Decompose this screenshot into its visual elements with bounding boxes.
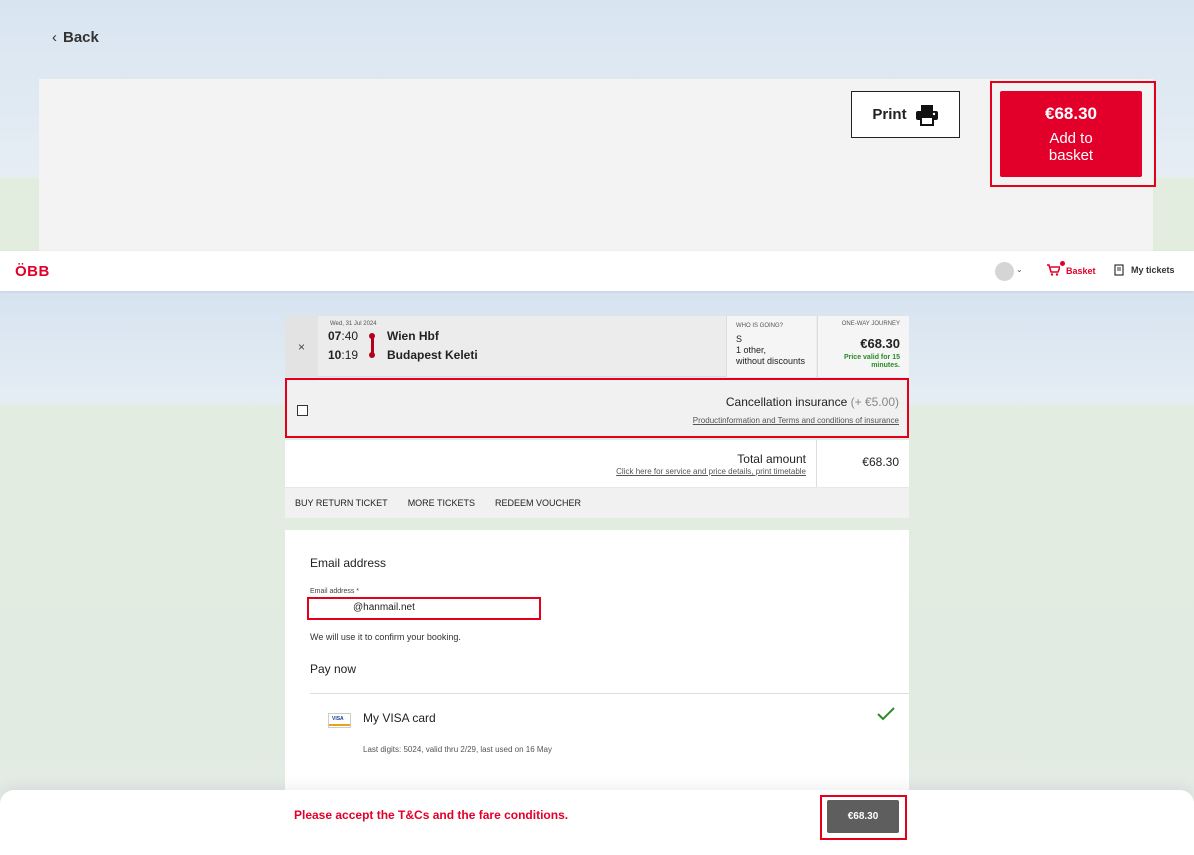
- more-tickets-link[interactable]: MORE TICKETS: [408, 498, 475, 508]
- basket-price: €68.30: [1045, 104, 1097, 123]
- remove-journey-button[interactable]: ×: [285, 316, 318, 377]
- fare-box: ONE-WAY JOURNEY €68.30 Price valid for 1…: [817, 316, 909, 377]
- total-label: Total amount: [737, 452, 806, 466]
- arrival-station: Budapest Keleti: [387, 348, 478, 362]
- add-to-basket-label: Add to basket: [1048, 130, 1094, 164]
- total-value: €68.30: [816, 440, 909, 487]
- cart-icon: [1047, 261, 1065, 278]
- price-validity: Price valid for 15 minutes.: [843, 354, 900, 369]
- departure-station: Wien Hbf: [387, 329, 439, 343]
- avatar[interactable]: [995, 262, 1014, 281]
- checkmark-icon: [876, 706, 896, 727]
- my-tickets-label: My tickets: [1131, 265, 1175, 275]
- print-button[interactable]: Print: [851, 91, 960, 138]
- card-details: Last digits: 5024, valid thru 2/29, last…: [363, 745, 553, 754]
- obb-logo[interactable]: ÖBB: [15, 263, 50, 280]
- pay-now-title: Pay now: [310, 662, 357, 676]
- action-panel: [39, 79, 1153, 251]
- ticket-icon: [1114, 264, 1124, 276]
- fare-price: €68.30: [860, 336, 900, 351]
- email-field-label: Email address *: [310, 588, 360, 595]
- divider: [310, 693, 909, 694]
- email-hint: We will use it to confirm your booking.: [310, 632, 461, 642]
- who-heading: WHO IS GOING?: [736, 323, 784, 329]
- email-section-title: Email address: [310, 556, 387, 570]
- visa-card-icon: VISA: [328, 713, 351, 728]
- add-to-basket-button[interactable]: €68.30 Add to basket: [1000, 91, 1142, 177]
- terms-warning: Please accept the T&Cs and the fare cond…: [294, 808, 569, 822]
- close-icon: ×: [297, 339, 305, 354]
- insurance-label: Cancellation insurance (+ €5.00): [725, 395, 899, 409]
- price-details-link[interactable]: Click here for service and price details…: [616, 467, 806, 476]
- print-label: Print: [872, 106, 907, 123]
- insurance-checkbox[interactable]: [297, 405, 308, 416]
- redeem-voucher-link[interactable]: REDEEM VOUCHER: [495, 498, 581, 508]
- route-dot: [369, 352, 375, 358]
- chevron-down-icon[interactable]: ⌄: [1016, 265, 1023, 274]
- basket-link[interactable]: Basket: [1047, 261, 1096, 278]
- saved-card-option[interactable]: My VISA card: [363, 711, 436, 725]
- back-label: Back: [63, 29, 99, 46]
- passengers-box[interactable]: WHO IS GOING? S 1 other, without discoun…: [726, 316, 816, 377]
- fare-heading: ONE-WAY JOURNEY: [841, 321, 900, 327]
- my-tickets-link[interactable]: My tickets: [1114, 264, 1175, 276]
- back-link[interactable]: ‹ Back: [52, 29, 99, 46]
- pay-button[interactable]: €68.30: [827, 800, 899, 833]
- journey-actions: BUY RETURN TICKET MORE TICKETS REDEEM VO…: [285, 488, 909, 518]
- who-line: without discounts: [736, 356, 806, 366]
- arrival-time: 10:19: [328, 348, 359, 362]
- departure-time: 07:40: [328, 329, 359, 343]
- journey-date: Wed, 31 Jul 2024: [330, 321, 377, 327]
- chevron-left-icon: ‹: [52, 29, 57, 46]
- buy-return-ticket-link[interactable]: BUY RETURN TICKET: [295, 498, 388, 508]
- route-dot: [369, 333, 375, 339]
- checkout-footer: [0, 790, 1194, 855]
- who-line: S: [736, 334, 743, 344]
- header-bar: [0, 251, 1194, 291]
- printer-icon: [915, 104, 938, 126]
- email-field[interactable]: @hanmail.net: [307, 597, 541, 620]
- who-line: 1 other,: [736, 345, 767, 355]
- basket-label: Basket: [1066, 266, 1096, 276]
- insurance-terms-link[interactable]: Productinformation and Terms and conditi…: [693, 416, 899, 425]
